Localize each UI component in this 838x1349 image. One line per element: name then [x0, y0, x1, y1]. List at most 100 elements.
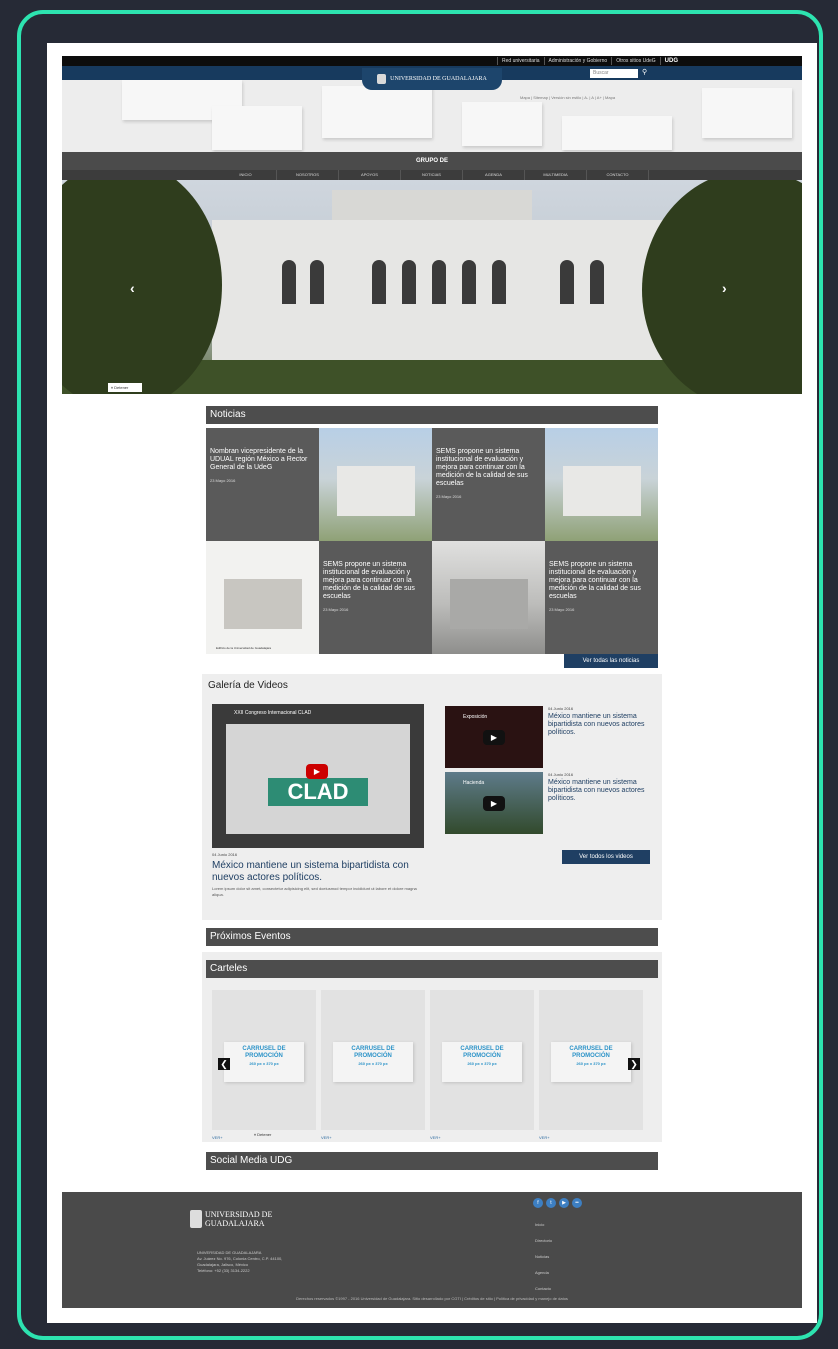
- hero-window: [282, 260, 296, 304]
- posters-prev-button[interactable]: ❮: [218, 1058, 230, 1070]
- header-decor: [212, 106, 302, 150]
- poster-link[interactable]: VER+: [212, 1135, 223, 1140]
- poster-title: CARRUSEL DE PROMOCIÓN: [460, 1046, 504, 1059]
- video-headline[interactable]: México mantiene un sistema bipartidista …: [548, 713, 648, 737]
- poster-size: 260 px x 370 px: [249, 1061, 279, 1066]
- search-input[interactable]: Buscar: [590, 69, 638, 78]
- news-item[interactable]: SEMS propone un sistema institucional de…: [432, 428, 545, 541]
- news-item[interactable]: Nombran vicepresidente de la UDUAL regió…: [206, 428, 319, 541]
- footer-link-directorio[interactable]: Directorio: [535, 1238, 552, 1243]
- youtube-icon[interactable]: ▶: [559, 1198, 569, 1208]
- top-link-red-universitaria[interactable]: Red universitaria: [497, 57, 544, 65]
- poster-content: CARRUSEL DE PROMOCIÓN 260 px x 370 px: [333, 1042, 413, 1082]
- flickr-icon[interactable]: ••: [572, 1198, 582, 1208]
- news-date: 23 Mayo 2016: [210, 478, 236, 483]
- video-headline[interactable]: México mantiene un sistema bipartidista …: [548, 779, 648, 803]
- news-photo[interactable]: [545, 428, 658, 541]
- video-date: 04 Junio 2016: [212, 852, 238, 857]
- play-icon[interactable]: ▶: [483, 730, 505, 745]
- carousel-next-button[interactable]: ›: [722, 280, 727, 296]
- photo-building: [563, 466, 641, 516]
- hero-window: [310, 260, 324, 304]
- social-icons: f t ▶ ••: [533, 1198, 582, 1208]
- play-icon[interactable]: ▶: [306, 764, 328, 779]
- video-title: XXII Congreso Internacional CLAD: [234, 710, 312, 716]
- clad-logo: CLAD: [268, 778, 368, 806]
- play-icon[interactable]: ▶: [483, 796, 505, 811]
- main-nav: INICIO NOSOTROS APOYOS NOTICIAS AGENDA M…: [62, 170, 802, 180]
- top-link-administracion[interactable]: Administración y Gobierno: [543, 57, 612, 65]
- nav-item-noticias[interactable]: NOTICIAS: [401, 170, 463, 180]
- news-item[interactable]: SEMS propone un sistema institucional de…: [319, 541, 432, 654]
- news-item[interactable]: SEMS propone un sistema institucional de…: [545, 541, 658, 654]
- posters-carousel: Carteles CARRUSEL DE PROMOCIÓN 260 px x 3…: [202, 952, 662, 1142]
- photo-building: [224, 579, 302, 629]
- footer-copyright: Derechos reservados ©1997 - 2016 Univers…: [296, 1296, 568, 1301]
- video-title: Exposición: [463, 714, 488, 720]
- news-date: 23 Mayo 2016: [549, 607, 575, 612]
- poster-link[interactable]: VER+: [430, 1135, 441, 1140]
- twitter-icon[interactable]: t: [546, 1198, 556, 1208]
- university-name: UNIVERSIDAD DE GUADALAJARA: [390, 76, 487, 82]
- udg-logo[interactable]: UDG: [659, 57, 682, 65]
- footer-logo[interactable]: UNIVERSIDAD DE GUADALAJARA: [190, 1210, 273, 1228]
- poster-card[interactable]: CARRUSEL DE PROMOCIÓN 260 px x 370 px VER…: [321, 990, 425, 1140]
- top-bar: Red universitaria Administración y Gobie…: [62, 56, 802, 66]
- utility-links[interactable]: Mapa | Sitemap | Versión sin estilo | A-…: [520, 95, 615, 100]
- news-photo[interactable]: [432, 541, 545, 654]
- video-headline[interactable]: México mantiene un sistema bipartidista …: [212, 860, 424, 884]
- carousel-prev-button[interactable]: ‹: [130, 280, 135, 296]
- video-gallery: Galería de Videos XXII Congreso Internac…: [202, 674, 662, 920]
- posters-heading: Carteles: [206, 960, 658, 978]
- hero-window: [402, 260, 416, 304]
- news-photo[interactable]: [319, 428, 432, 541]
- poster-link[interactable]: VER+: [539, 1135, 550, 1140]
- poster-size: 260 px x 370 px: [576, 1061, 606, 1066]
- hero-window: [432, 260, 446, 304]
- side-video-player[interactable]: Hacienda ▶: [445, 772, 543, 834]
- news-date: 23 Mayo 2016: [436, 494, 462, 499]
- poster-link[interactable]: VER+: [321, 1135, 332, 1140]
- hero-window: [492, 260, 506, 304]
- header-decor: [702, 88, 792, 138]
- poster-card[interactable]: CARRUSEL DE PROMOCIÓN 260 px x 370 px VER…: [430, 990, 534, 1140]
- video-date: 04 Junio 2016: [548, 772, 574, 777]
- posters-pause-button[interactable]: ⏸ Detener: [254, 1132, 271, 1137]
- address-line: Teléfono: +52 (33) 3134-2222: [197, 1268, 250, 1273]
- facebook-icon[interactable]: f: [533, 1198, 543, 1208]
- carousel-pause-button[interactable]: ⏸ Detener: [108, 383, 142, 392]
- hero-window: [590, 260, 604, 304]
- news-photo[interactable]: Edificio de la Universidad de Guadalajar…: [206, 541, 319, 654]
- nav-item-agenda[interactable]: AGENDA: [463, 170, 525, 180]
- posters-next-button[interactable]: ❯: [628, 1058, 640, 1070]
- news-heading: Noticias: [206, 406, 658, 424]
- footer-link-contacto[interactable]: Contacto: [535, 1286, 551, 1291]
- nav-item-apoyos[interactable]: APOYOS: [339, 170, 401, 180]
- nav-item-contacto[interactable]: CONTACTO: [587, 170, 649, 180]
- footer-link-inicio[interactable]: Inicio: [535, 1222, 544, 1227]
- footer-link-agenda[interactable]: Agenda: [535, 1270, 549, 1275]
- poster-content: CARRUSEL DE PROMOCIÓN 260 px x 370 px: [551, 1042, 631, 1082]
- side-video-player[interactable]: Exposición ▶: [445, 706, 543, 768]
- video-date: 04 Junio 2016: [548, 706, 574, 711]
- header-decor: [322, 86, 432, 138]
- videos-heading: Galería de Videos: [208, 680, 288, 691]
- nav-item-nosotros[interactable]: NOSOTROS: [277, 170, 339, 180]
- university-logo[interactable]: UNIVERSIDAD DE GUADALAJARA: [362, 68, 502, 90]
- all-videos-button[interactable]: Ver todos los videos: [562, 850, 650, 864]
- main-video-player[interactable]: XXII Congreso Internacional CLAD CLAD ▶: [212, 704, 424, 848]
- video-title: Hacienda: [463, 780, 485, 786]
- top-link-otros-sitios[interactable]: Otros sitios UdeG: [611, 57, 659, 65]
- shield-icon: [377, 74, 387, 84]
- nav-item-inicio[interactable]: INICIO: [215, 170, 277, 180]
- footer-logo-line1: UNIVERSIDAD DE: [205, 1210, 273, 1219]
- video-description: Lorem ipsum dolor sit amet, consectetur …: [212, 886, 417, 897]
- news-title: SEMS propone un sistema institucional de…: [549, 561, 641, 600]
- search-icon[interactable]: ⚲: [642, 68, 647, 76]
- hero-window: [462, 260, 476, 304]
- nav-item-multimedia[interactable]: MULTIMEDIA: [525, 170, 587, 180]
- hero-window: [372, 260, 386, 304]
- footer-link-noticias[interactable]: Noticias: [535, 1254, 549, 1259]
- poster-title: CARRUSEL DE PROMOCIÓN: [242, 1046, 286, 1059]
- all-news-button[interactable]: Ver todas las noticias: [564, 654, 658, 668]
